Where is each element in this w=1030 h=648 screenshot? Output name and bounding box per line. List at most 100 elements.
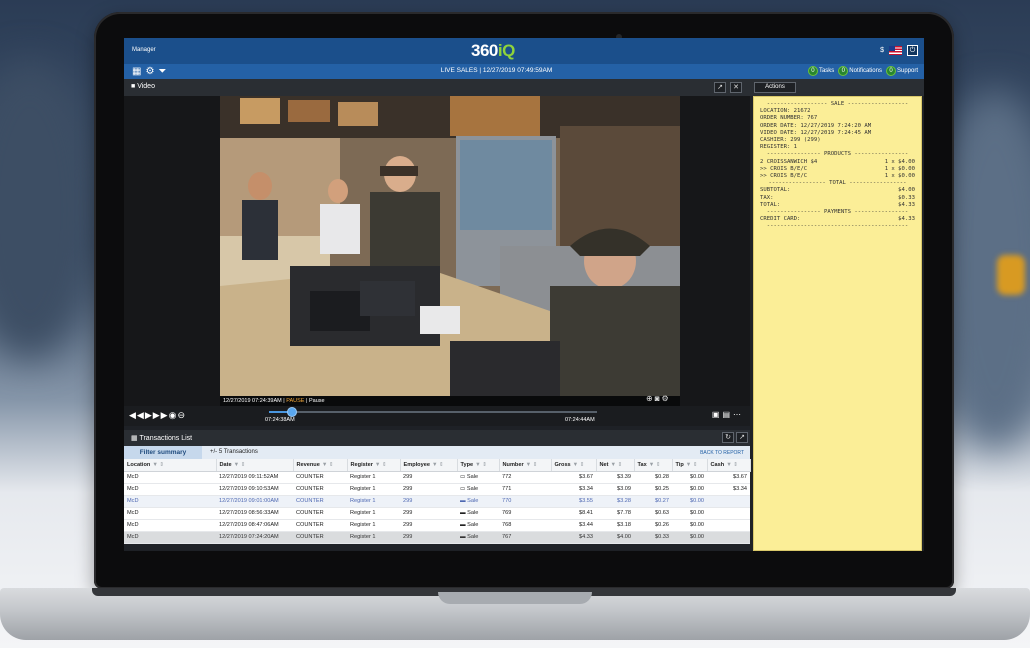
table-row[interactable]: McD 12/27/2019 07:24:20AM COUNTER Regist… bbox=[124, 531, 750, 544]
filter-icon[interactable]: ▼ ⇕ bbox=[475, 462, 487, 468]
column-header[interactable]: Type ▼ ⇕ bbox=[457, 459, 500, 472]
table-row[interactable]: McD 12/27/2019 08:47:06AM COUNTER Regist… bbox=[124, 519, 750, 532]
column-header[interactable]: Cash ▼ ⇕ bbox=[707, 459, 751, 472]
filter-icon[interactable]: ▼ ⇕ bbox=[526, 462, 538, 468]
column-header-label: Cash bbox=[710, 461, 725, 468]
timeline-handle[interactable] bbox=[287, 407, 297, 417]
receipt-line: REGISTER: 1 bbox=[760, 144, 798, 151]
expand-icon[interactable]: ↗ bbox=[736, 432, 748, 443]
more-icon[interactable]: ⋯ bbox=[733, 410, 744, 419]
actions-button[interactable]: Actions bbox=[754, 82, 796, 93]
play-icon[interactable]: ▶ bbox=[145, 410, 153, 420]
filter-icon[interactable]: ▼ ⇕ bbox=[375, 462, 387, 468]
table-row[interactable]: McD 12/27/2019 08:56:33AM COUNTER Regist… bbox=[124, 507, 750, 520]
cell-gross: $4.33 bbox=[551, 531, 596, 544]
zoom-icon[interactable]: ⊕ bbox=[646, 394, 655, 403]
toolbar: ▦ ⚙ ⏷ LIVE SALES | 12/27/2019 07:49:59AM… bbox=[124, 64, 924, 79]
filter-icon[interactable]: ▼ ⇕ bbox=[573, 462, 585, 468]
product-name: >> CROIS B/E/C bbox=[760, 165, 808, 172]
actions-bar: Actions bbox=[750, 79, 924, 96]
fast-forward-icon[interactable]: ▶▶ bbox=[153, 410, 169, 420]
video-title: ■ Video bbox=[131, 83, 155, 90]
cell-date: 12/27/2019 09:01:00AM bbox=[216, 495, 293, 508]
support-badge[interactable]: 0 Support bbox=[885, 66, 918, 76]
cell-tip: $0.00 bbox=[672, 507, 707, 520]
receipt-total-header: ----------------- TOTAL ----------------… bbox=[768, 180, 907, 187]
total-label: TAX: bbox=[760, 194, 774, 201]
support-label: Support bbox=[896, 68, 918, 74]
receipt-product: 2 CROISSANWICH $4 1 x $4.00 bbox=[760, 159, 915, 166]
settings-icon[interactable]: ⚙ bbox=[662, 394, 671, 403]
playback-timeline[interactable] bbox=[269, 411, 597, 413]
column-header-label: Revenue bbox=[296, 461, 320, 468]
refresh-icon[interactable]: ↻ bbox=[722, 432, 734, 443]
camera-snapshot-icon[interactable]: ◙ bbox=[655, 394, 662, 403]
background-blur-left bbox=[0, 60, 100, 360]
cell-type: ▭ Sale bbox=[457, 471, 499, 484]
close-icon[interactable]: ✕ bbox=[730, 82, 742, 93]
cell-employee: 299 bbox=[400, 483, 457, 496]
rewind-icon[interactable]: ◀◀ bbox=[129, 410, 145, 420]
filter-icon[interactable]: ▼ ⇕ bbox=[152, 462, 164, 468]
timeline-start-time: 07:24:38AM bbox=[265, 417, 295, 423]
column-header[interactable]: Net ▼ ⇕ bbox=[596, 459, 635, 472]
logo-accent: iQ bbox=[497, 41, 515, 60]
logo-text: 360 bbox=[471, 41, 498, 60]
playback-buttons: ◀◀▶▶▶◉⊖ bbox=[129, 410, 186, 421]
cell-revenue: COUNTER bbox=[293, 471, 347, 484]
table-row[interactable]: McD 12/27/2019 09:10:53AM COUNTER Regist… bbox=[124, 483, 750, 496]
cell-revenue: COUNTER bbox=[293, 519, 347, 532]
video-player[interactable]: 12/27/2019 07:24:39AM | PAUSE | Pause ⊕◙… bbox=[124, 96, 750, 406]
transaction-range: +/- 5 Transactions bbox=[210, 449, 258, 455]
filter-icon[interactable]: ▼ ⇕ bbox=[649, 462, 661, 468]
cell-tax: $0.28 bbox=[634, 471, 672, 484]
table-row[interactable]: McD 12/27/2019 09:01:00AM COUNTER Regist… bbox=[124, 495, 750, 508]
save-icon[interactable]: ▤ bbox=[722, 410, 733, 419]
column-header[interactable]: Gross ▼ ⇕ bbox=[551, 459, 597, 472]
column-header[interactable]: Location ▼ ⇕ bbox=[124, 459, 217, 472]
notifications-badge[interactable]: 0 Notifications bbox=[838, 66, 882, 76]
receipt-total: TAX: $0.33 bbox=[760, 195, 915, 202]
timeline-end-time: 07:24:44AM bbox=[565, 417, 595, 423]
cell-date: 12/27/2019 08:56:33AM bbox=[216, 507, 293, 520]
column-header[interactable]: Date ▼ ⇕ bbox=[216, 459, 294, 472]
cell-tip: $0.00 bbox=[672, 531, 707, 544]
column-header[interactable]: Revenue ▼ ⇕ bbox=[293, 459, 348, 472]
product-qty: 1 x $0.00 bbox=[884, 165, 915, 172]
column-header[interactable]: Tip ▼ ⇕ bbox=[672, 459, 708, 472]
filter-icon[interactable]: ▼ ⇕ bbox=[726, 462, 738, 468]
back-to-report-link[interactable]: BACK TO REPORT bbox=[700, 450, 744, 456]
brand-logo[interactable]: 360iQ bbox=[471, 41, 515, 61]
cell-gross: $8.41 bbox=[551, 507, 596, 520]
us-flag-icon[interactable] bbox=[889, 46, 902, 55]
cell-cash: $3.67 bbox=[707, 471, 750, 484]
column-header[interactable]: Tax ▼ ⇕ bbox=[634, 459, 673, 472]
filter-icon[interactable]: ▼ ⇕ bbox=[322, 462, 334, 468]
currency-selector[interactable]: $ bbox=[880, 47, 884, 54]
video-timestamp: 12/27/2019 07:24:39AM bbox=[223, 398, 282, 404]
filter-icon[interactable]: ▼ ⇕ bbox=[686, 462, 698, 468]
table-icon: ▦ bbox=[131, 435, 138, 442]
column-header[interactable]: Number ▼ ⇕ bbox=[499, 459, 552, 472]
filter-summary-tab[interactable]: Filter summary bbox=[124, 446, 202, 459]
product-qty: 1 x $0.00 bbox=[884, 173, 915, 180]
cell-revenue: COUNTER bbox=[293, 495, 347, 508]
tasks-badge[interactable]: 0 Tasks bbox=[807, 66, 834, 76]
table-row[interactable]: McD 12/27/2019 09:11:52AM COUNTER Regist… bbox=[124, 471, 750, 484]
cell-revenue: COUNTER bbox=[293, 507, 347, 520]
expand-icon[interactable]: ↗ bbox=[714, 82, 726, 93]
filter-icon[interactable]: ▼ ⇕ bbox=[432, 462, 444, 468]
cell-net: $4.00 bbox=[596, 531, 634, 544]
receipt-payments-header: ---------------- PAYMENTS --------------… bbox=[766, 209, 909, 216]
power-icon[interactable]: ⏻ bbox=[907, 45, 918, 56]
column-header[interactable]: Register ▼ ⇕ bbox=[347, 459, 401, 472]
stop-icon[interactable]: ⊖ bbox=[177, 410, 186, 420]
filter-icon[interactable]: ▼ ⇕ bbox=[611, 462, 623, 468]
column-header-label: Type bbox=[460, 461, 474, 468]
calendar-icon[interactable]: ▣ bbox=[712, 410, 723, 419]
cell-employee: 299 bbox=[400, 471, 457, 484]
video-panel-header: ■ Video ↗ ✕ bbox=[124, 79, 750, 96]
cell-date: 12/27/2019 09:10:53AM bbox=[216, 483, 293, 496]
column-header[interactable]: Employee ▼ ⇕ bbox=[400, 459, 458, 472]
filter-icon[interactable]: ▼ ⇕ bbox=[234, 462, 246, 468]
